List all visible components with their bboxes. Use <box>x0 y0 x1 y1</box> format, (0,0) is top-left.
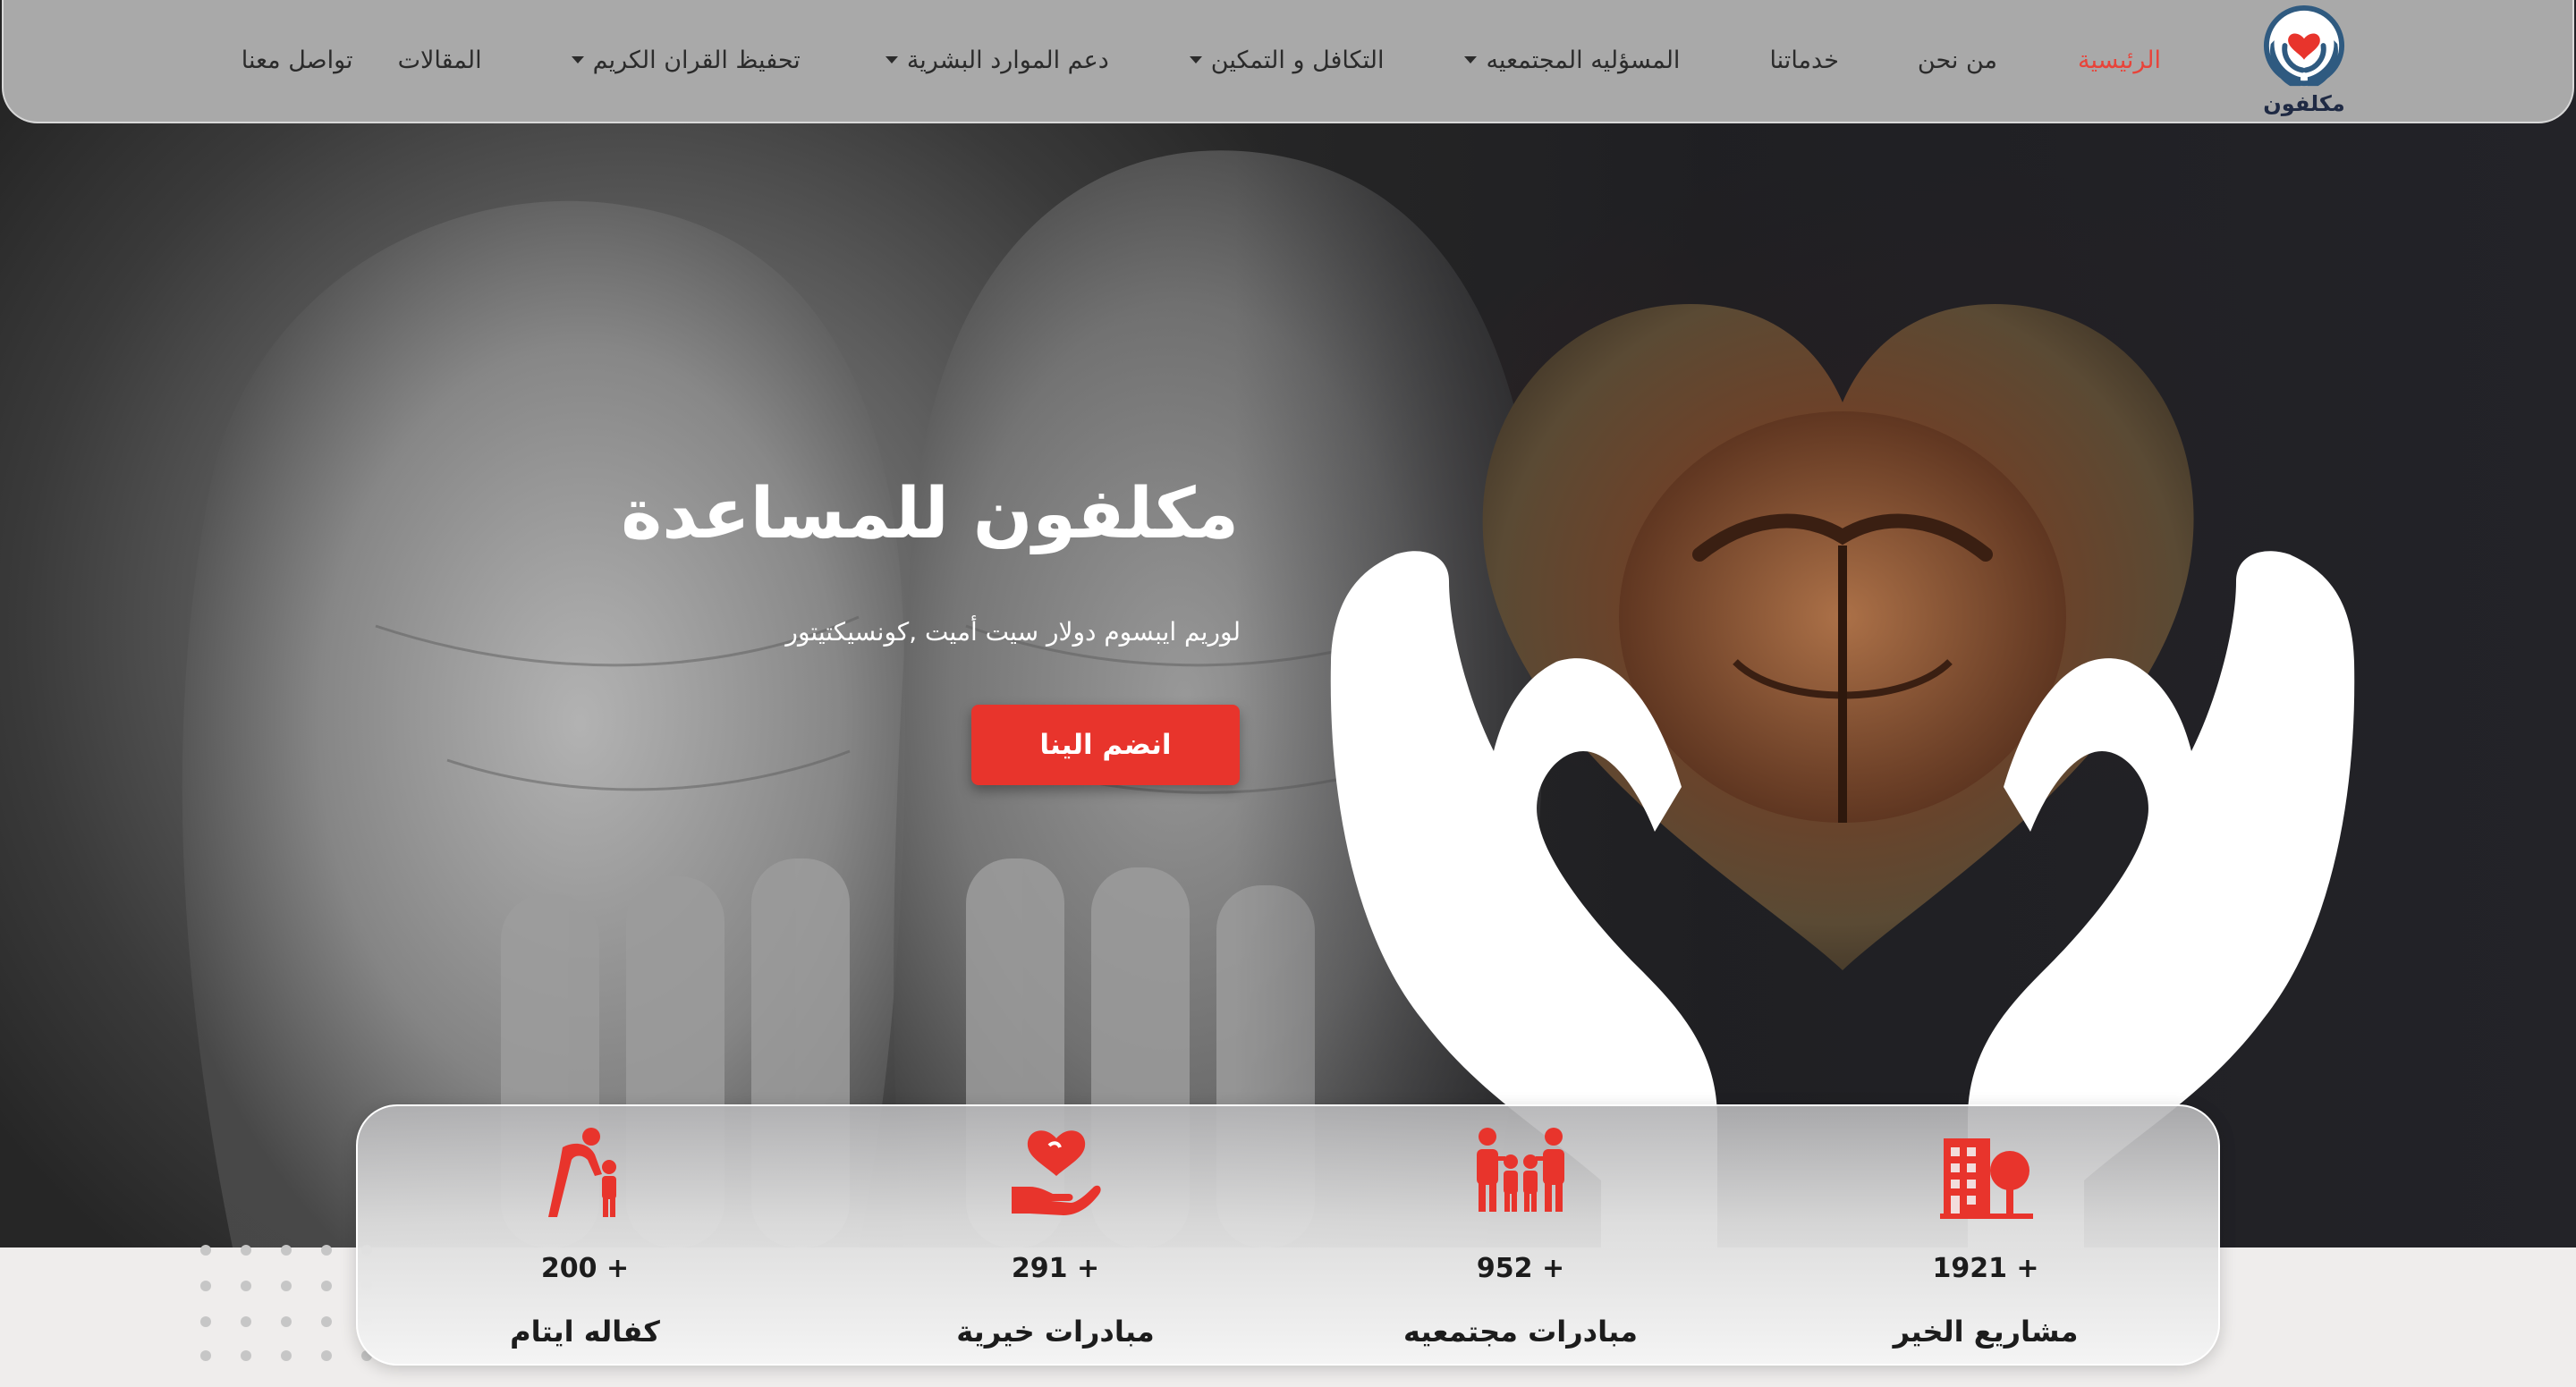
stat-item: 1921 + مشاريع الخير <box>1825 1106 2147 1367</box>
stat-number: 291 + <box>1011 1253 1100 1284</box>
nav-item-services[interactable]: خدماتنا <box>1769 47 1838 74</box>
logo-text: مكلفون <box>2263 91 2345 116</box>
stat-label: كفاله ايتام <box>510 1315 660 1349</box>
heart-hands-illustration <box>1330 304 2355 1247</box>
heart-hand-icon <box>1012 1130 1101 1215</box>
stat-item: 952 + مبادرات مجتمعيه <box>1360 1106 1682 1367</box>
nav-menu: الرئيسية من نحن خدماتنا المسؤليه المجتمع… <box>242 0 2161 120</box>
nav-item-label: تواصل معنا <box>241 46 353 74</box>
nav-item-label: دعم الموارد البشرية <box>906 46 1109 74</box>
hero-subtitle: لوريم ايبسوم دولار سيت أميت ,كونسيكتيتور <box>785 617 1241 647</box>
chevron-down-icon <box>1464 56 1478 63</box>
nav-item-label: المسؤليه المجتمعيه <box>1486 46 1681 74</box>
nav-item-hr-support[interactable]: دعم الموارد البشرية <box>885 46 1109 74</box>
nav-item-label: المقالات <box>397 46 482 74</box>
stat-label: مشاريع الخير <box>1893 1315 2079 1349</box>
family-icon <box>1477 1128 1564 1212</box>
chevron-down-icon <box>571 56 584 63</box>
stat-item: 200 + كفاله ايتام <box>424 1106 746 1367</box>
logo-hands-heart-icon <box>2263 5 2345 87</box>
nav-item-articles[interactable]: المقالات <box>398 47 482 74</box>
nav-item-label: خدماتنا <box>1769 46 1839 74</box>
hero-title: مكلفون للمساعدة <box>621 474 1239 554</box>
building-tree-icon <box>1940 1138 2033 1219</box>
nav-item-label: التكافل و التمكين <box>1210 46 1385 74</box>
chevron-down-icon <box>1189 56 1202 63</box>
stats-card: 1921 + مشاريع الخير 952 + مبادرات مجتمعي… <box>356 1104 2220 1366</box>
stat-label: مبادرات خيرية <box>956 1315 1155 1349</box>
nav-item-solidarity[interactable]: التكافل و التمكين <box>1189 46 1385 74</box>
stat-number: 952 + <box>1476 1253 1565 1284</box>
join-us-button[interactable]: انضم الينا <box>971 705 1240 785</box>
brand-logo[interactable]: مكلفون <box>2259 5 2349 116</box>
stat-label: مبادرات مجتمعيه <box>1403 1315 1638 1349</box>
nav-item-label: من نحن <box>1917 46 1997 74</box>
chevron-down-icon <box>885 56 898 63</box>
nav-item-quran[interactable]: تحفيظ القران الكريم <box>571 46 801 74</box>
nav-item-label: تحفيظ القران الكريم <box>592 46 801 74</box>
stat-item: 291 + مبادرات خيرية <box>894 1106 1216 1367</box>
parent-child-icon <box>548 1128 616 1217</box>
stat-number: 200 + <box>540 1253 630 1284</box>
nav-item-about[interactable]: من نحن <box>1918 47 1997 74</box>
nav-item-social-responsibility[interactable]: المسؤليه المجتمعيه <box>1464 47 1680 74</box>
nav-item-contact[interactable]: تواصل معنا <box>242 47 353 74</box>
stat-number: 1921 + <box>1932 1253 2039 1284</box>
top-navbar: مكلفون الرئيسية من نحن خدماتنا المسؤليه … <box>2 0 2574 123</box>
nav-item-label: الرئيسية <box>2078 46 2161 74</box>
nav-item-home[interactable]: الرئيسية <box>2078 47 2161 74</box>
